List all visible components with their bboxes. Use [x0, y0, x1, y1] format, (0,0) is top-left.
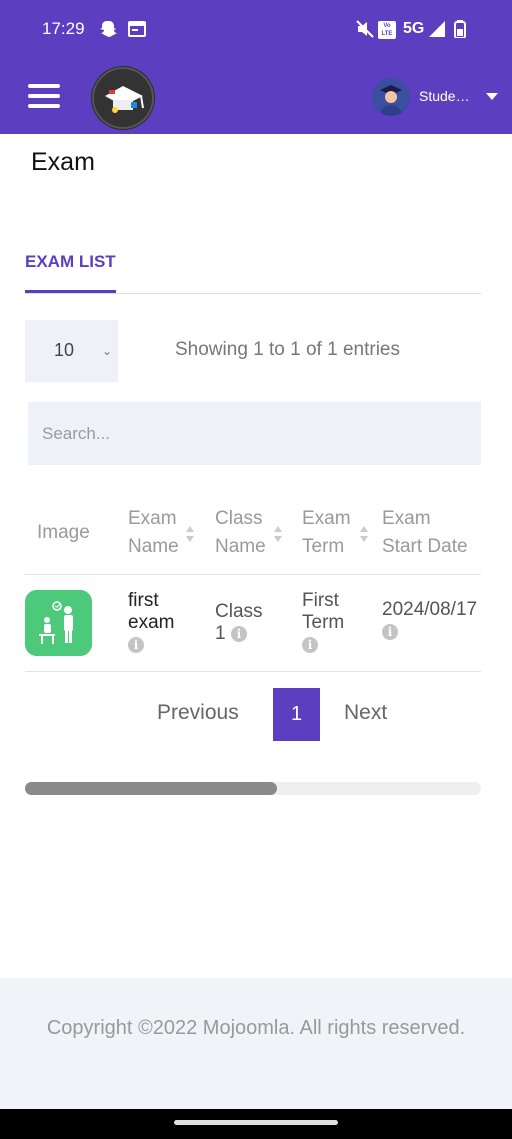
cell-exam-start-date: 2024/08/17 i	[382, 599, 480, 649]
page-length-value: 10	[54, 340, 75, 360]
cell-exam-term: First Term i	[302, 590, 344, 656]
table-info: Showing 1 to 1 of 1 entries	[175, 339, 400, 360]
info-icon[interactable]: i	[382, 623, 398, 640]
cell-text: first	[128, 590, 159, 611]
battery-icon	[454, 20, 466, 38]
cell-text: Class	[215, 601, 263, 622]
home-gesture-handle[interactable]	[174, 1120, 338, 1125]
header-label-group: Exam Start Date	[382, 505, 468, 561]
signal-icon	[429, 21, 445, 37]
cell-text: 2024/08/17	[382, 599, 478, 620]
cell-text: exam	[128, 612, 175, 633]
volte-icon: Vo LTE	[378, 21, 396, 39]
tab-exam-list[interactable]: EXAM LIST	[25, 252, 116, 272]
sort-asc-icon	[186, 526, 194, 532]
exam-illustration	[25, 590, 92, 656]
calendar-icon	[128, 21, 146, 37]
page-title: Exam	[31, 148, 95, 176]
user-menu[interactable]: Stude…	[372, 78, 508, 118]
horizontal-scrollbar-thumb[interactable]	[25, 782, 277, 795]
snapchat-icon	[100, 21, 117, 37]
network-label: 5G	[403, 20, 425, 37]
status-bar: 17:29 Vo LTE 5G	[0, 0, 512, 60]
cell-text: 1	[215, 623, 226, 644]
sort-asc-icon	[360, 526, 368, 532]
column-header-image[interactable]: Image	[37, 519, 90, 547]
mute-icon	[356, 20, 374, 38]
header-label: Exam	[128, 508, 177, 529]
info-icon[interactable]: i	[302, 636, 318, 653]
chevron-down-icon: ⌄	[102, 344, 113, 358]
header-label: Exam	[382, 508, 431, 529]
page-length-select[interactable]: 10 ⌄	[25, 320, 118, 382]
exam-image[interactable]	[25, 590, 92, 656]
sort-desc-icon	[274, 536, 282, 542]
pagination-page-current[interactable]: 1	[273, 688, 320, 741]
pagination-previous[interactable]: Previous	[157, 701, 239, 725]
column-header-exam-name[interactable]: Exam Name	[128, 505, 179, 561]
cell-class-name: Class 1 i	[215, 601, 263, 645]
sort-asc-icon	[274, 526, 282, 532]
status-time: 17:29	[42, 19, 85, 38]
info-icon[interactable]: i	[230, 625, 247, 642]
user-name: Stude…	[419, 88, 470, 104]
app-bar: Stude…	[0, 60, 512, 134]
cell-text: Term	[302, 612, 345, 633]
cell-text-group: 2024/08/17 i	[382, 599, 477, 643]
footer: Copyright ©2022 Mojoomla. All rights res…	[0, 978, 512, 1109]
sort-desc-icon	[186, 536, 194, 542]
header-label: Start Date	[382, 536, 468, 557]
header-label: Image	[37, 522, 90, 543]
header-divider	[25, 574, 481, 575]
row-divider	[25, 671, 481, 672]
chevron-down-icon	[486, 93, 498, 100]
column-header-exam-term[interactable]: Exam Term	[302, 505, 351, 561]
column-header-class-name[interactable]: Class Name	[215, 505, 266, 561]
cell-exam-name: first exam i	[128, 590, 174, 656]
copyright-text: Copyright ©2022 Mojoomla. All rights res…	[46, 1017, 466, 1039]
header-label: Class	[215, 508, 263, 529]
search-input[interactable]	[28, 402, 481, 465]
tab-divider	[25, 293, 481, 294]
menu-icon[interactable]	[28, 84, 60, 110]
header-label: Name	[128, 536, 179, 557]
sort-desc-icon	[360, 536, 368, 542]
info-icon[interactable]: i	[128, 636, 144, 653]
school-logo[interactable]	[91, 66, 155, 130]
header-label: Exam	[302, 508, 351, 529]
column-header-exam-start-date[interactable]: Exam Start Date	[382, 505, 480, 565]
cell-text: First	[302, 590, 339, 611]
pagination-next[interactable]: Next	[344, 701, 387, 725]
header-label: Name	[215, 536, 266, 557]
header-label: Term	[302, 536, 345, 557]
avatar	[372, 78, 410, 116]
